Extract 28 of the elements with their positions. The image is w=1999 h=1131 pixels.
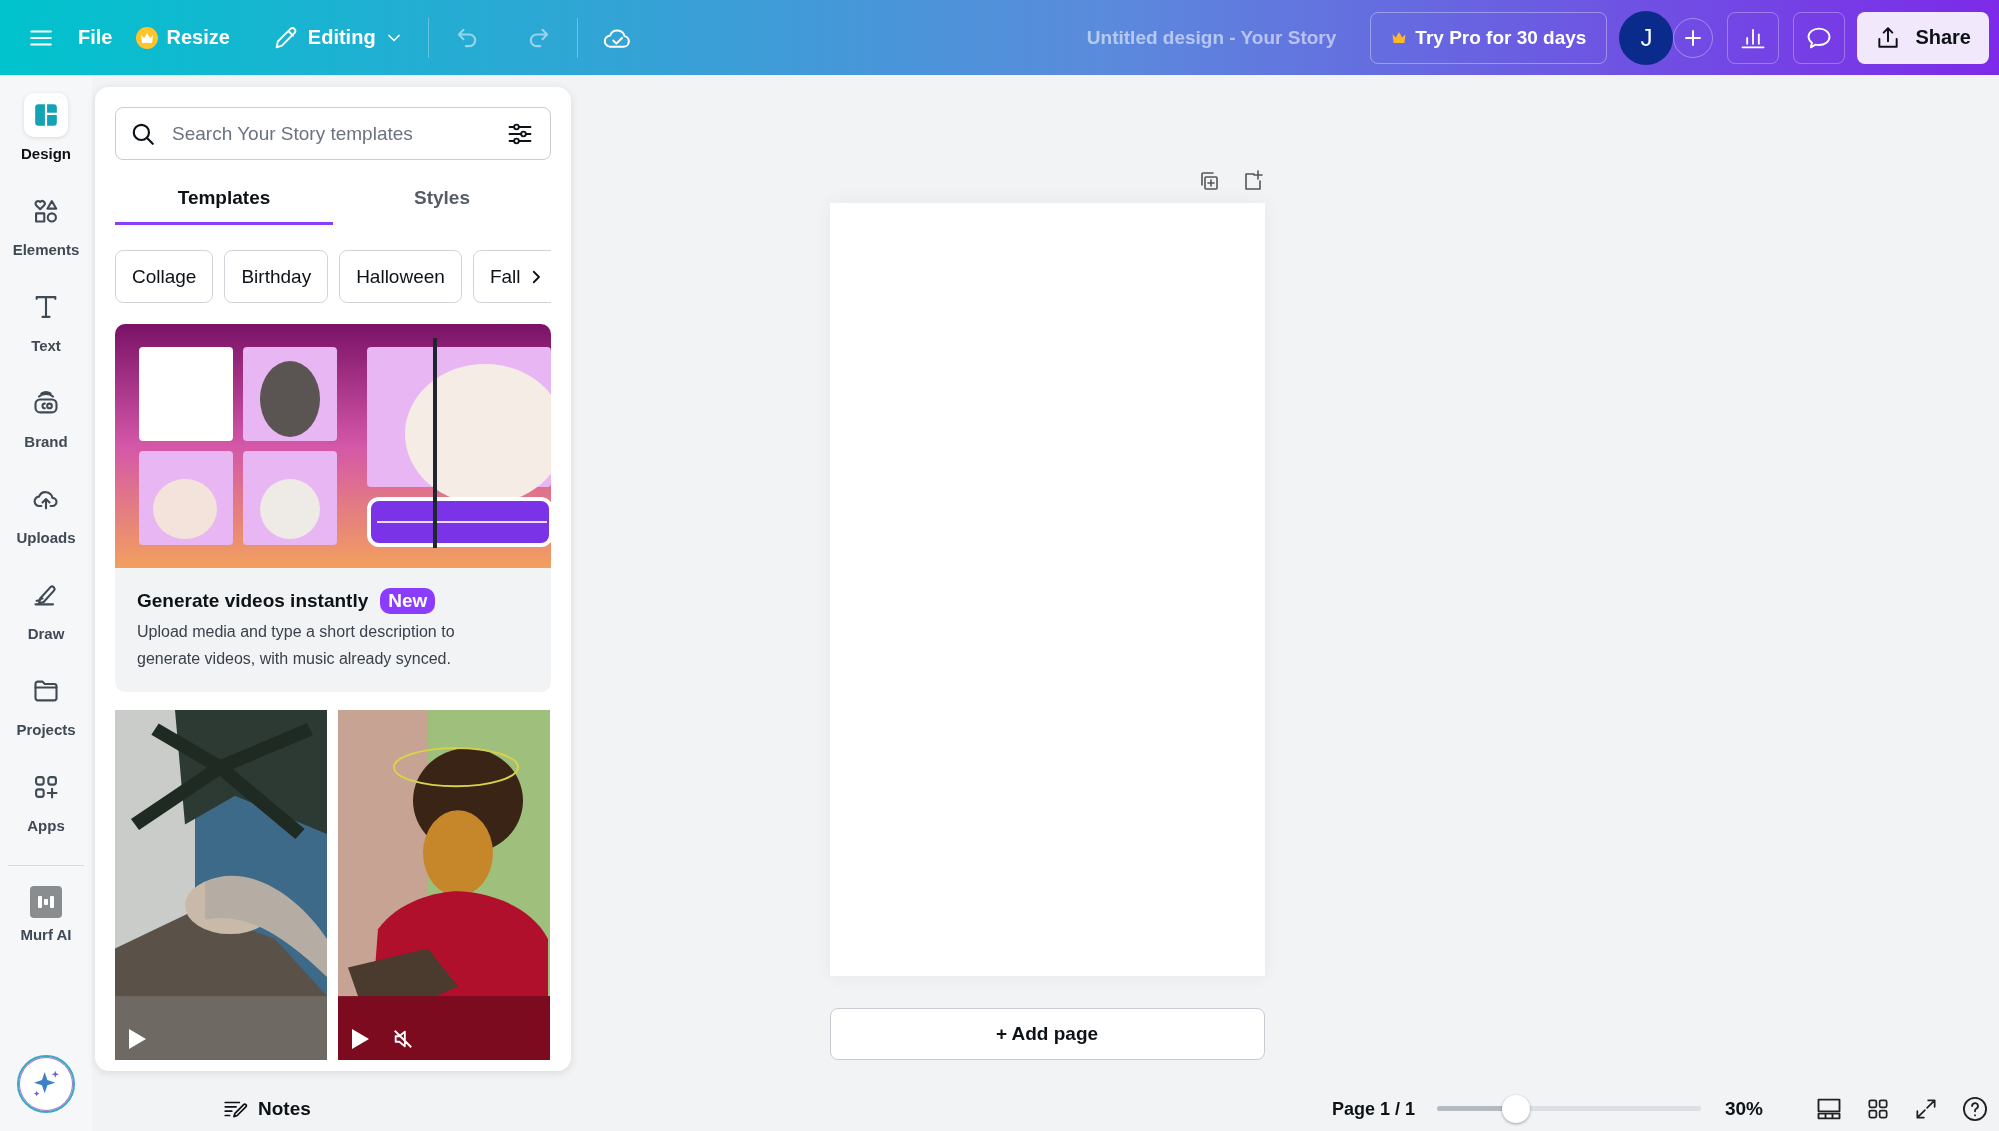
sidebar-item[interactable]: Projects [6, 669, 86, 765]
promo-card[interactable]: Generate videos instantly New Upload media and type a short description to generate videos, with music already synced. [115, 324, 551, 692]
zoom-percentage[interactable]: 30% [1724, 1098, 1763, 1120]
avatar[interactable]: J [1619, 10, 1674, 65]
category-chip[interactable]: Halloween [339, 250, 462, 303]
share-button[interactable]: Share [1857, 11, 1989, 64]
category-chip[interactable]: Birthday [224, 250, 329, 303]
add-page-button[interactable]: + Add page [829, 1008, 1265, 1060]
search-field[interactable]: Search Your Story templates [170, 121, 492, 146]
sidebar-item[interactable]: Text [6, 285, 86, 381]
notes-button[interactable]: Notes [222, 1096, 311, 1122]
new-badge: New [380, 588, 436, 614]
try-pro-button[interactable]: Try Pro for 30 days [1370, 11, 1608, 64]
sidebar-item[interactable]: Draw [6, 573, 86, 669]
promo-description: Upload media and type a short description to generate videos, with music already synced. [137, 622, 456, 669]
tab[interactable]: Styles [333, 174, 551, 225]
category-chip[interactable]: Fall [472, 250, 551, 303]
sidebar-item[interactable]: Design [6, 93, 86, 189]
promo-title: Generate videos instantly [137, 590, 369, 612]
sidebar-item[interactable]: Apps [6, 765, 86, 861]
category-chip[interactable]: Collage [115, 250, 214, 303]
search-bar[interactable]: Search Your Story templates [115, 107, 551, 160]
sidebar-item[interactable]: Murf AI [6, 886, 86, 982]
tab[interactable]: Templates [115, 174, 333, 225]
sidebar-item[interactable]: Elements [6, 189, 86, 285]
sidebar-item[interactable]: Uploads [6, 477, 86, 573]
page-indicator[interactable]: Page 1 / 1 [1331, 1098, 1415, 1120]
sidebar-item[interactable]: Brand [6, 381, 86, 477]
